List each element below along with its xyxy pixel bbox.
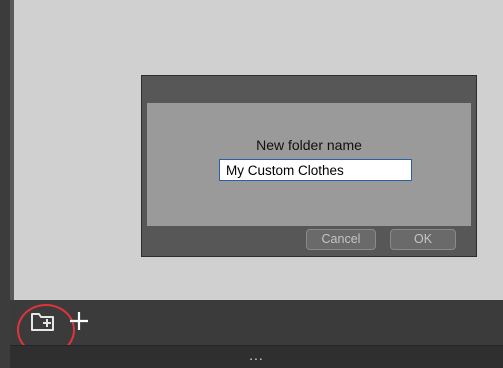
bottom-toolbar	[10, 300, 503, 356]
status-bar: ...	[10, 345, 503, 368]
plus-icon[interactable]	[67, 309, 91, 333]
dialog-title-bar	[142, 76, 476, 103]
content-area: New folder name Cancel OK	[14, 0, 503, 300]
ok-button[interactable]: OK	[390, 229, 456, 250]
more-options-handle[interactable]: ...	[10, 347, 503, 363]
dialog-body: New folder name	[147, 103, 471, 226]
new-folder-name-label: New folder name	[256, 137, 362, 153]
left-panel-edge	[0, 0, 10, 368]
new-folder-dialog: New folder name Cancel OK	[141, 75, 477, 257]
folder-name-input[interactable]	[219, 159, 412, 181]
cancel-button[interactable]: Cancel	[306, 229, 376, 250]
new-folder-icon[interactable]	[29, 309, 57, 335]
